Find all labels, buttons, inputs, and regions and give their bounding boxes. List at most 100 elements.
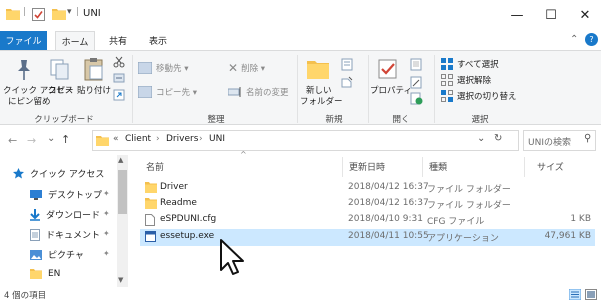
column-header-type[interactable]: 種類	[429, 160, 447, 173]
maximize-icon: ☐	[545, 7, 557, 23]
scroll-down-icon[interactable]: ▼	[118, 276, 123, 284]
select-none-button[interactable]: 選択解除	[441, 73, 551, 87]
copy-to-icon	[138, 85, 152, 98]
star-icon	[13, 168, 24, 179]
tab-home[interactable]: ホーム	[55, 31, 95, 51]
file-size: 1 KB	[570, 214, 591, 224]
column-header-size[interactable]: サイズ	[537, 160, 564, 173]
search-box[interactable]: UNIの検索 ⚲	[523, 130, 596, 151]
item-count: 4 個の項目	[4, 291, 47, 301]
up-arrow-icon[interactable]: ↑	[61, 133, 70, 146]
move-to-button[interactable]: 移動先 ▾	[138, 60, 218, 75]
paste-label: 貼り付け	[77, 86, 112, 96]
tab-file[interactable]: ファイル	[0, 31, 47, 50]
invert-selection-label: 選択の切り替え	[457, 92, 517, 102]
new-group-label: 新規	[325, 115, 343, 125]
nav-item-desktop[interactable]: デスクトップ	[30, 186, 102, 203]
select-all-button[interactable]: すべて選択	[441, 57, 551, 71]
breadcrumb-separator: ›	[156, 134, 160, 144]
address-bar[interactable]: « Client › Drivers › UNI ⌄ ↻	[92, 130, 519, 151]
column-header-modified[interactable]: 更新日時	[349, 160, 385, 173]
rename-button[interactable]: 名前の変更	[228, 84, 300, 99]
new-item-icon[interactable]	[340, 58, 354, 71]
large-icons-view-icon[interactable]	[585, 289, 597, 300]
table-row-selected[interactable]: essetup.exe 2018/04/11 10:55 アプリケーション 47…	[140, 229, 595, 246]
copy-to-label: コピー先 ▾	[156, 87, 197, 98]
easy-access-icon[interactable]	[340, 76, 354, 89]
new-folder-large-icon	[307, 59, 329, 79]
nav-item-downloads[interactable]: ダウンロード	[30, 206, 100, 223]
file-name: eSPDUNI.cfg	[160, 214, 217, 224]
pin-icon[interactable]: ✦	[103, 229, 110, 238]
forward-arrow-icon[interactable]: →	[27, 134, 36, 147]
table-row[interactable]: eSPDUNI.cfg 2018/04/10 9:31 CFG ファイル 1 K…	[140, 212, 595, 229]
paste-shortcut-icon[interactable]	[113, 89, 125, 101]
pin-icon[interactable]: ✦	[103, 209, 110, 218]
table-row[interactable]: Readme 2018/04/12 16:37 ファイル フォルダー	[140, 196, 595, 213]
copy-icon	[50, 59, 70, 81]
new-folder-icon[interactable]	[52, 8, 66, 20]
breadcrumb-client[interactable]: Client	[125, 134, 151, 144]
properties-label: プロパティ	[370, 86, 412, 96]
nav-item-label: ピクチャ	[48, 251, 84, 261]
nav-item-documents[interactable]: ドキュメント	[30, 226, 100, 243]
new-folder-button[interactable]: 新しい フォルダー	[300, 56, 343, 110]
copy-label: コピー	[48, 86, 74, 96]
breadcrumb-separator: ›	[199, 134, 203, 144]
file-name: Driver	[160, 182, 188, 192]
refresh-icon[interactable]: ↻	[494, 133, 502, 144]
close-icon: ✕	[579, 7, 591, 23]
copy-to-button[interactable]: コピー先 ▾	[138, 84, 218, 99]
nav-item-label: ダウンロード	[46, 211, 101, 221]
nav-scrollbar-thumb[interactable]	[118, 170, 127, 214]
column-header-name[interactable]: 名前	[146, 160, 164, 173]
tab-share[interactable]: 共有	[100, 31, 136, 50]
breadcrumb-uni[interactable]: UNI	[209, 134, 225, 144]
qat-dropdown-icon[interactable]: ▾	[67, 7, 72, 17]
nav-item-label: デスクトップ	[48, 191, 103, 201]
pin-icon[interactable]: ✦	[103, 249, 110, 258]
search-input[interactable]: UNIの検索	[528, 135, 571, 148]
tab-view[interactable]: 表示	[140, 31, 176, 50]
properties-check-icon[interactable]	[32, 8, 45, 21]
nav-item-label: EN	[48, 268, 61, 279]
invert-selection-button[interactable]: 選択の切り替え	[441, 89, 551, 103]
help-icon[interactable]: ?	[585, 33, 598, 46]
nav-item-quick-access[interactable]: クイック アクセス	[13, 165, 104, 182]
search-icon[interactable]: ⚲	[584, 133, 591, 144]
breadcrumb-overflow[interactable]: «	[113, 134, 119, 144]
history-icon[interactable]	[410, 92, 423, 105]
column-divider[interactable]	[342, 157, 343, 177]
column-divider[interactable]	[422, 157, 423, 177]
delete-button[interactable]: ✕ 削除 ▾	[228, 60, 288, 75]
address-dropdown-icon[interactable]: ⌄	[477, 133, 485, 144]
paste-button[interactable]: 貼り付け	[77, 56, 113, 100]
details-view-icon[interactable]	[569, 289, 581, 300]
organize-group-label: 整理	[207, 115, 225, 125]
pin-icon[interactable]: ✦	[103, 189, 110, 198]
cut-icon[interactable]	[113, 56, 125, 68]
recent-locations-icon[interactable]: ⌄	[47, 133, 55, 144]
copy-path-icon[interactable]	[113, 72, 125, 84]
file-modified: 2018/04/11 10:55	[348, 231, 429, 241]
nav-item-en[interactable]: EN	[30, 265, 60, 282]
file-modified: 2018/04/10 9:31	[348, 214, 423, 224]
close-button[interactable]: ✕	[562, 0, 601, 30]
properties-button[interactable]: プロパティ	[370, 56, 412, 100]
file-type: アプリケーション	[427, 234, 499, 244]
copy-button[interactable]: コピー	[46, 56, 74, 100]
scroll-up-icon[interactable]: ▲	[118, 156, 123, 164]
column-divider[interactable]	[524, 157, 525, 177]
pin-label-line2: にピン留め	[8, 97, 51, 107]
breadcrumb-drivers[interactable]: Drivers	[166, 134, 198, 144]
folder-icon	[145, 198, 157, 209]
back-arrow-icon[interactable]: ←	[8, 134, 17, 147]
file-name: Readme	[160, 198, 197, 208]
nav-item-pictures[interactable]: ピクチャ	[30, 246, 84, 263]
open-icon[interactable]	[410, 58, 423, 71]
ribbon-collapse-icon[interactable]: ⌃	[570, 34, 578, 45]
pin-quick-access-button[interactable]: クイック アクセス にピン留め	[3, 56, 73, 108]
table-row[interactable]: Driver 2018/04/12 16:37 ファイル フォルダー	[140, 180, 595, 197]
file-modified: 2018/04/12 16:37	[348, 182, 429, 192]
edit-icon[interactable]	[410, 76, 423, 89]
